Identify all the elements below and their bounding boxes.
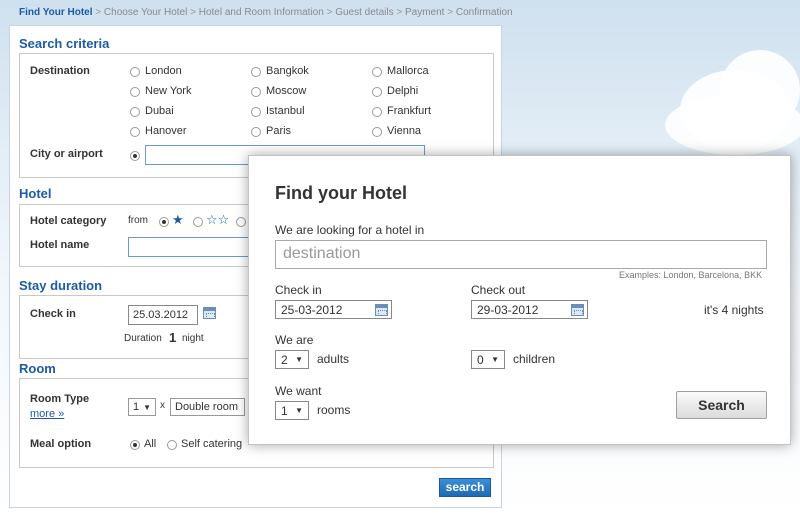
hotel-name-label: Hotel name (30, 239, 90, 251)
dialog-check-in-input[interactable]: 25-03-2012 (275, 300, 392, 319)
destination-option-label: London (145, 65, 182, 77)
room-type-select[interactable]: Double room (170, 398, 245, 416)
hotel-category-radio-3[interactable] (236, 217, 246, 227)
rooms-value: 1 (281, 404, 288, 418)
search-button[interactable]: search (439, 478, 491, 497)
meal-option-all: All (144, 438, 157, 450)
star-icon: ★ (172, 212, 184, 227)
chevron-down-icon: ▼ (491, 355, 499, 364)
hotel-name-input[interactable] (128, 237, 258, 257)
section-title-room: Room (19, 361, 56, 376)
destination-option-label: Frankfurt (387, 105, 432, 117)
hotel-category-radio-2[interactable] (193, 217, 203, 227)
destination-option-label: Moscow (266, 85, 307, 97)
duration-unit: night (182, 333, 204, 344)
calendar-icon[interactable] (375, 304, 388, 316)
meal-radio-self-catering[interactable] (167, 440, 177, 450)
room-qty-select[interactable]: 1 ▼ (128, 398, 156, 416)
room-qty-value: 1 (133, 401, 140, 413)
destination-radio-delphi[interactable] (372, 87, 382, 97)
hotel-category-radio-1[interactable] (159, 217, 169, 227)
rooms-label: rooms (317, 403, 351, 417)
breadcrumb-step: Confirmation (455, 7, 513, 18)
destination-examples: Examples: London, Barcelona, BKK (619, 270, 763, 280)
city-airport-label: City or airport (30, 148, 103, 160)
destination-radio-dubai[interactable] (130, 107, 140, 117)
destination-label: Destination (30, 65, 90, 77)
city-airport-radio[interactable] (130, 151, 140, 161)
meal-option-self-catering: Self catering (181, 438, 243, 450)
check-out-value: 29-03-2012 (477, 303, 539, 317)
destination-radio-hanover[interactable] (130, 127, 140, 137)
calendar-icon[interactable] (571, 304, 584, 316)
chevron-down-icon: ▼ (143, 403, 151, 412)
destination-option-label: Vienna (387, 125, 422, 137)
breadcrumb-step: Guest details (335, 7, 394, 18)
hotel-category-from: from (128, 215, 148, 226)
chevron-down-icon: ▼ (295, 355, 303, 364)
room-type-label: Room Type (30, 393, 90, 405)
check-in-value: 25-03-2012 (281, 303, 343, 317)
chevron-down-icon: ▼ (295, 406, 303, 415)
times-sign: x (160, 400, 165, 411)
meal-option-label: Meal option (30, 438, 92, 450)
breadcrumb-step: Choose Your Hotel (103, 7, 188, 18)
section-title-stay-duration: Stay duration (19, 278, 103, 293)
destination-radio-frankfurt[interactable] (372, 107, 382, 117)
adults-select[interactable]: 2 ▼ (275, 350, 309, 369)
destination-option-label: Hanover (145, 125, 187, 137)
destination-option-label: Mallorca (387, 65, 429, 77)
hotel-category-label: Hotel category (30, 215, 107, 227)
dialog-check-out-label: Check out (471, 283, 526, 297)
nights-count: it's 4 nights (704, 303, 764, 317)
looking-for-label: We are looking for a hotel in (275, 223, 425, 237)
find-hotel-dialog: Find your Hotel We are looking for a hot… (248, 155, 791, 445)
check-in-label: Check in (30, 308, 76, 320)
destination-option-label: Dubai (145, 105, 174, 117)
breadcrumb-step: Payment (405, 7, 445, 18)
destination-input[interactable] (283, 245, 759, 263)
adults-label: adults (317, 352, 350, 366)
destination-field[interactable] (275, 240, 767, 269)
dialog-search-button[interactable]: Search (676, 391, 767, 419)
we-are-label: We are (275, 333, 314, 347)
destination-radio-istanbul[interactable] (251, 107, 261, 117)
breadcrumb: Find Your Hotel > Choose Your Hotel > Ho… (19, 7, 513, 18)
destination-option-label: Bangkok (266, 65, 309, 77)
destination-radio-bangkok[interactable] (251, 67, 261, 77)
children-label: children (513, 352, 556, 366)
we-want-label: We want (275, 384, 322, 398)
check-in-input[interactable]: 25.03.2012 (128, 305, 198, 325)
dialog-check-out-input[interactable]: 29-03-2012 (471, 300, 588, 319)
duration-value: 1 (169, 330, 177, 345)
destination-option-label: Istanbul (266, 105, 305, 117)
destination-radio-mallorca[interactable] (372, 67, 382, 77)
adults-value: 2 (281, 353, 288, 367)
breadcrumb-step-active: Find Your Hotel (19, 7, 93, 18)
meal-radio-all[interactable] (130, 440, 140, 450)
star-outline-icon: ☆☆ (206, 212, 230, 227)
destination-option-label: Delphi (387, 85, 419, 97)
rooms-select[interactable]: 1 ▼ (275, 401, 309, 420)
destination-radio-vienna[interactable] (372, 127, 382, 137)
destination-option-label: Paris (266, 125, 292, 137)
destination-radio-new-york[interactable] (130, 87, 140, 97)
more-room-types-link[interactable]: more » (30, 408, 64, 420)
breadcrumb-step: Hotel and Room Information (198, 7, 324, 18)
destination-option-label: New York (145, 85, 192, 97)
children-select[interactable]: 0 ▼ (471, 350, 505, 369)
calendar-icon[interactable] (203, 307, 216, 319)
duration-label: Duration (124, 333, 162, 344)
destination-radio-paris[interactable] (251, 127, 261, 137)
dialog-title: Find your Hotel (275, 183, 407, 203)
destination-radio-london[interactable] (130, 67, 140, 77)
section-title-search-criteria: Search criteria (19, 36, 110, 51)
children-value: 0 (477, 353, 484, 367)
section-title-hotel: Hotel (19, 186, 52, 201)
dialog-check-in-label: Check in (275, 283, 322, 297)
destination-radio-moscow[interactable] (251, 87, 261, 97)
